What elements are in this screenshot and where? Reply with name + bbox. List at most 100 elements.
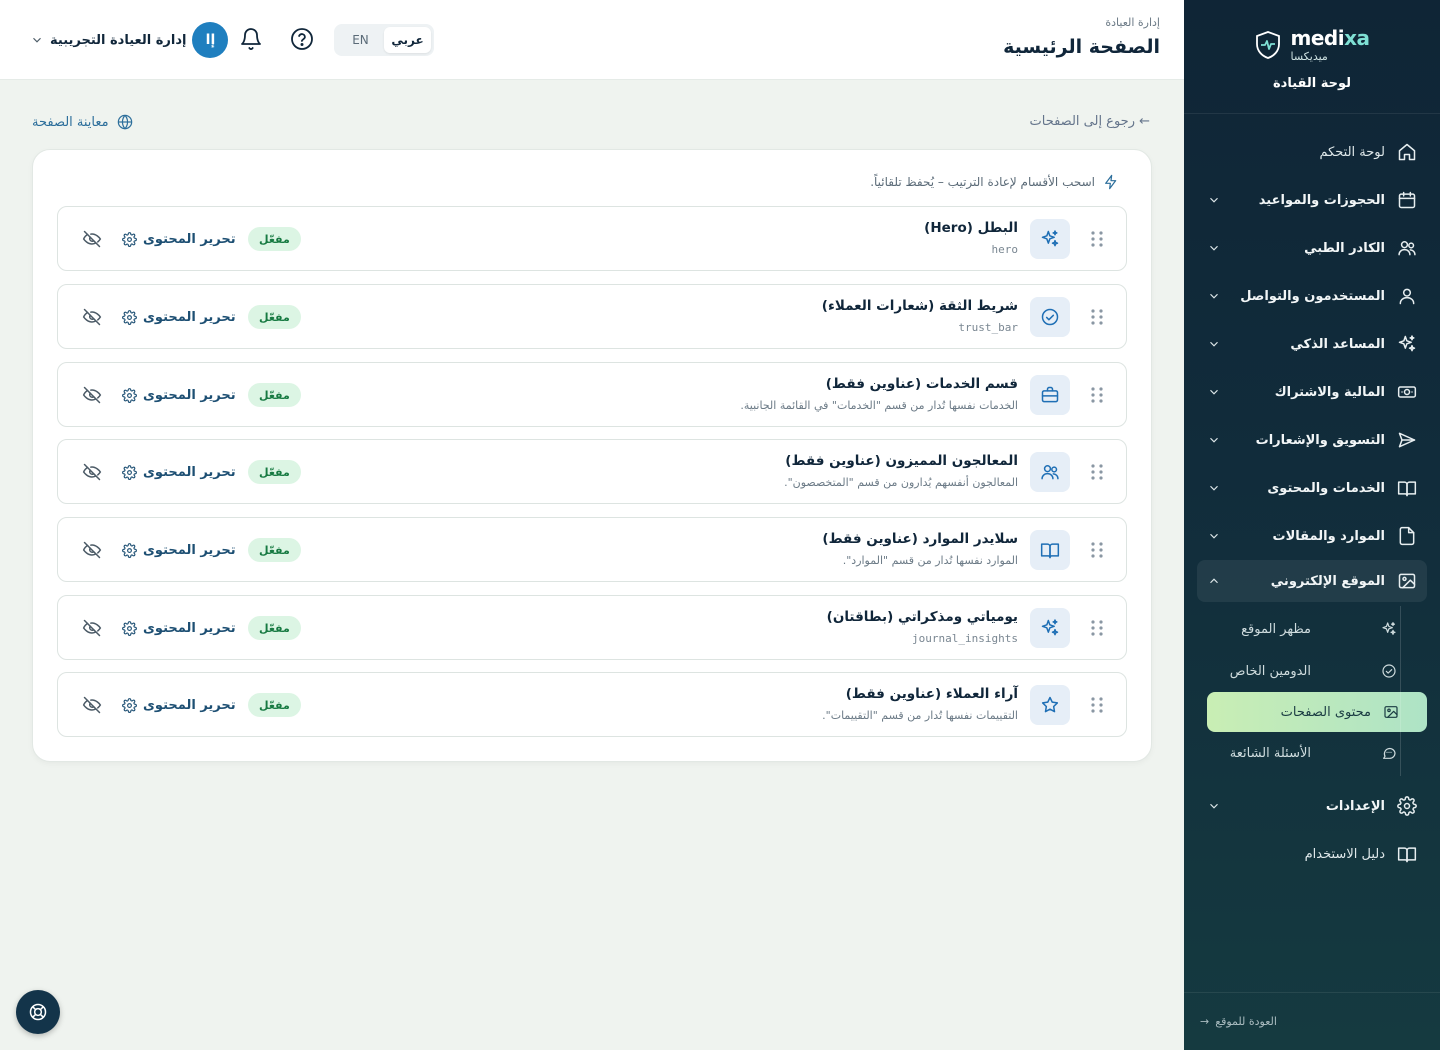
eye-off-icon[interactable] bbox=[82, 385, 102, 405]
eye-off-icon[interactable] bbox=[82, 695, 102, 715]
eye-off-icon[interactable] bbox=[82, 540, 102, 560]
section-icon bbox=[1030, 530, 1070, 570]
image-icon bbox=[1384, 706, 1398, 718]
section-icon bbox=[1030, 452, 1070, 492]
preview-page-link[interactable]: معاينة الصفحة bbox=[32, 114, 133, 130]
eye-off-icon[interactable] bbox=[82, 618, 102, 638]
sidebar-sidebar-items-0[interactable]: لوحة التحكم bbox=[1197, 128, 1427, 176]
sidebar-sidebar-items-1[interactable]: الحجوزات والمواعيد bbox=[1197, 176, 1427, 224]
back-to-site-label: العودة للموقع bbox=[1215, 1015, 1277, 1028]
section-title: المعالجون المميزون (عناوين فقط) bbox=[785, 453, 1018, 469]
sidebar-item-label: الحجوزات والمواعيد bbox=[1258, 192, 1385, 208]
lang-en-button[interactable]: EN bbox=[337, 27, 384, 53]
avatar: إا bbox=[192, 22, 229, 58]
sidebar-item-label: المستخدمون والتواصل bbox=[1240, 288, 1385, 304]
sidebar-sidebar-items-7[interactable]: الخدمات والمحتوى bbox=[1197, 464, 1427, 512]
section-row[interactable]: شريط الثقة (شعارات العملاء) trust_bar مف… bbox=[57, 284, 1127, 349]
file-icon bbox=[1399, 526, 1415, 546]
star-icon bbox=[1041, 696, 1059, 713]
chevron-up-icon bbox=[1210, 578, 1218, 584]
section-row[interactable]: المعالجون المميزون (عناوين فقط) المعالجو… bbox=[57, 439, 1127, 504]
sidebar-item-label: المساعد الذكي bbox=[1290, 336, 1385, 352]
sidebar-sidebar-after-1[interactable]: دليل الاستخدام bbox=[1197, 830, 1427, 878]
drag-handle-icon[interactable] bbox=[1090, 463, 1104, 481]
section-row[interactable]: البطل (Hero) hero مفعّل تحرير المحتوى bbox=[57, 206, 1127, 271]
brand-logo-row[interactable]: medixa ميديكسا bbox=[1255, 28, 1370, 62]
section-title: آراء العملاء (عناوين فقط) bbox=[845, 686, 1018, 702]
sidebar-sidebar-items-3[interactable]: المستخدمون والتواصل bbox=[1197, 272, 1427, 320]
edit-content-button[interactable]: تحرير المحتوى bbox=[122, 227, 236, 251]
eye-off-icon[interactable] bbox=[82, 307, 102, 327]
support-fab-button[interactable] bbox=[16, 990, 60, 1034]
status-badge: مفعّل bbox=[248, 383, 301, 407]
chevron-down-icon bbox=[1210, 293, 1218, 299]
section-icon bbox=[1030, 297, 1070, 337]
brand-block: medixa ميديكسا لوحة القيادة bbox=[1184, 0, 1440, 114]
sidebar-sidebar-items-2[interactable]: الكادر الطبي bbox=[1197, 224, 1427, 272]
drag-handle-icon[interactable] bbox=[1090, 230, 1104, 248]
edit-content-button[interactable]: تحرير المحتوى bbox=[122, 538, 236, 562]
edit-content-button[interactable]: تحرير المحتوى bbox=[122, 616, 236, 640]
user-icon bbox=[1399, 288, 1415, 305]
sidebar-sidebar-items-8[interactable]: الموارد والمقالات bbox=[1197, 512, 1427, 560]
section-subtitle: الخدمات نفسها تُدار من قسم "الخدمات" في … bbox=[740, 399, 1018, 412]
section-row[interactable]: آراء العملاء (عناوين فقط) التقييمات نفسه… bbox=[57, 672, 1127, 737]
sidebar-sidebar-items-5[interactable]: المالية والاشتراك bbox=[1197, 368, 1427, 416]
sidebar-sidebar-items-4[interactable]: المساعد الذكي bbox=[1197, 320, 1427, 368]
submenu-item-1[interactable]: الدومين الخاص bbox=[1197, 650, 1397, 692]
check-circle-icon bbox=[1382, 664, 1396, 678]
submenu-item-3[interactable]: الأسئلة الشائعة bbox=[1197, 732, 1397, 774]
section-row[interactable]: سلايدر الموارد (عناوين فقط) الموارد نفسه… bbox=[57, 517, 1127, 582]
section-title: البطل (Hero) bbox=[924, 220, 1018, 236]
lang-ar-button[interactable]: عربي bbox=[384, 27, 431, 53]
back-to-pages-link[interactable]: ← رجوع إلى الصفحات bbox=[1030, 114, 1151, 129]
drag-handle-icon[interactable] bbox=[1090, 696, 1104, 714]
edit-content-button[interactable]: تحرير المحتوى bbox=[122, 305, 236, 329]
back-to-site-link[interactable]: → العودة للموقع bbox=[1184, 992, 1440, 1050]
drag-handle-icon[interactable] bbox=[1090, 308, 1104, 326]
top-header: إدارة العيادة الصفحة الرئيسية EN عربي إد… bbox=[0, 0, 1184, 80]
chevron-down-icon bbox=[1210, 197, 1218, 203]
bell-icon[interactable] bbox=[239, 27, 263, 51]
submenu-item-label: مظهر الموقع bbox=[1241, 621, 1311, 637]
users-icon bbox=[1041, 465, 1059, 480]
sidebar-item-label: التسويق والإشعارات bbox=[1255, 432, 1385, 448]
image-icon bbox=[1398, 573, 1416, 589]
drag-handle-icon[interactable] bbox=[1090, 619, 1104, 637]
drag-handle-icon[interactable] bbox=[1090, 541, 1104, 559]
chevron-down-icon bbox=[1210, 803, 1218, 809]
chevron-down-icon bbox=[33, 37, 41, 43]
sidebar-item-label: المالية والاشتراك bbox=[1274, 384, 1385, 400]
submenu-item-0[interactable]: مظهر الموقع bbox=[1197, 608, 1397, 650]
section-row[interactable]: يومياتي ومذكراتي (بطاقتان) journal_insig… bbox=[57, 595, 1127, 660]
sidebar-sidebar-after-0[interactable]: الإعدادات bbox=[1197, 782, 1427, 830]
section-subtitle: المعالجون أنفسهم يُدارون من قسم "المتخصص… bbox=[784, 476, 1018, 489]
eye-off-icon[interactable] bbox=[82, 229, 102, 249]
edit-content-button[interactable]: تحرير المحتوى bbox=[122, 383, 236, 407]
globe-icon bbox=[117, 114, 132, 130]
sparkles-icon bbox=[1041, 619, 1059, 636]
arrow-right-icon: → bbox=[1200, 1015, 1210, 1028]
user-menu[interactable]: إدارة العيادة التجريبية إا bbox=[30, 22, 229, 58]
help-circle-icon[interactable] bbox=[290, 27, 314, 51]
status-badge: مفعّل bbox=[248, 227, 301, 251]
section-title: يومياتي ومذكراتي (بطاقتان) bbox=[826, 609, 1018, 625]
breadcrumb[interactable]: إدارة العيادة bbox=[1105, 16, 1160, 29]
section-row[interactable]: قسم الخدمات (عناوين فقط) الخدمات نفسها ت… bbox=[57, 362, 1127, 427]
eye-off-icon[interactable] bbox=[82, 462, 102, 482]
chevron-down-icon bbox=[1210, 389, 1218, 395]
section-subtitle: hero bbox=[991, 243, 1019, 256]
edit-content-button[interactable]: تحرير المحتوى bbox=[122, 460, 236, 484]
sidebar-nav: لوحة التحكم الحجوزات والمواعيد الكادر الطب… bbox=[1184, 114, 1440, 878]
chevron-down-icon bbox=[1210, 437, 1218, 443]
section-subtitle: trust_bar bbox=[958, 321, 1018, 334]
submenu-item-2[interactable]: محتوى الصفحات bbox=[1207, 692, 1427, 732]
sidebar-sidebar-items-6[interactable]: التسويق والإشعارات bbox=[1197, 416, 1427, 464]
submenu-item-label: الدومين الخاص bbox=[1229, 663, 1311, 679]
edit-content-button[interactable]: تحرير المحتوى bbox=[122, 693, 236, 717]
gear-icon bbox=[122, 620, 137, 636]
sidebar-sidebar-items-9[interactable]: الموقع الإلكتروني bbox=[1197, 560, 1427, 602]
gear-icon bbox=[122, 464, 137, 480]
gear-icon bbox=[122, 697, 137, 713]
drag-handle-icon[interactable] bbox=[1090, 386, 1104, 404]
